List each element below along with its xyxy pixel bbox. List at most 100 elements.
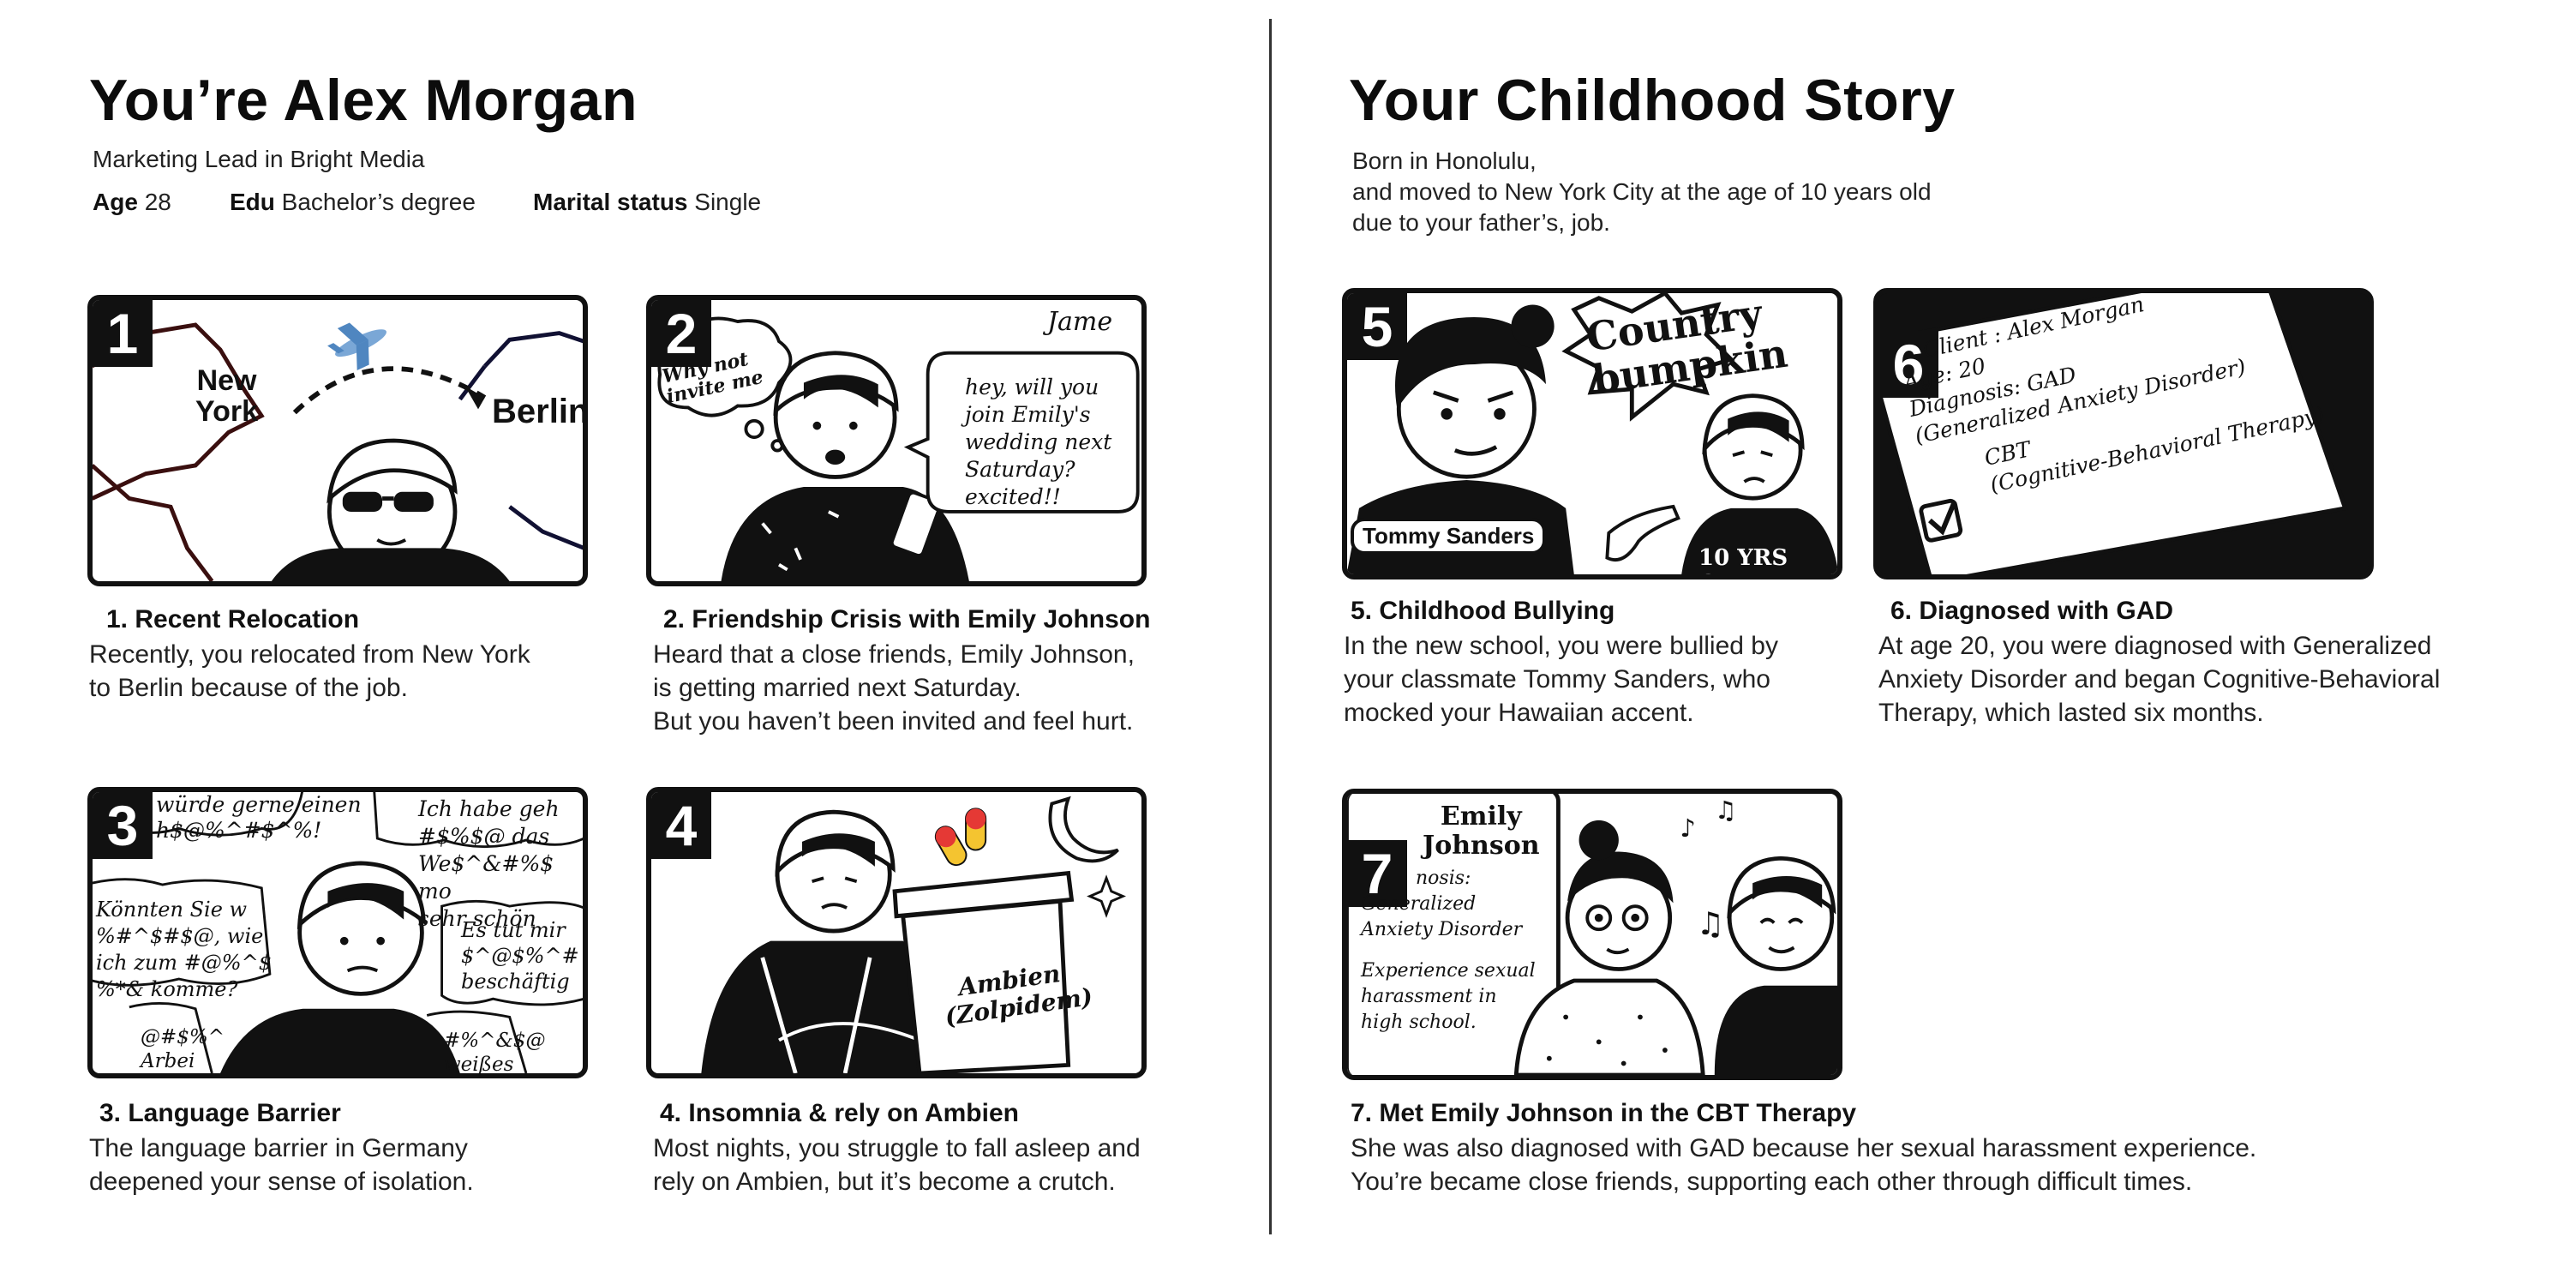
- caption-line: Recently, you relocated from New York: [89, 640, 530, 669]
- music-note-icon: ♪: [1680, 814, 1695, 843]
- caption-line: Most nights, you struggle to fall asleep…: [653, 1134, 1141, 1162]
- bubble-line: Ich habe geh: [418, 796, 560, 821]
- edu-value: Bachelor’s degree: [281, 189, 476, 215]
- message-line: Saturday?: [965, 457, 1075, 482]
- panel-caption: Heard that a close friends, Emily Johnso…: [653, 638, 1135, 738]
- caption-line: mocked your Hawaiian accent.: [1344, 699, 1694, 727]
- caption-line: But you haven’t been invited and feel hu…: [653, 707, 1134, 736]
- panel-caption: The language barrier in Germany deepened…: [89, 1132, 474, 1198]
- foreign-text-bubble: Es tut mir $^@$%^# beschäftig: [461, 917, 579, 994]
- panel-caption: She was also diagnosed with GAD because …: [1351, 1132, 2256, 1198]
- bubble-line: %*& komme?: [96, 977, 238, 1001]
- caption-line: Therapy, which lasted six months.: [1878, 699, 2264, 727]
- record-line: nosis:: [1416, 868, 1471, 889]
- foreign-text-bubble: @#$%^ Arbei: [141, 1025, 225, 1073]
- caption-line: deepened your sense of isolation.: [89, 1168, 474, 1196]
- panel-friendship-crisis: 2 Why not invite me Jame hey, will you j…: [646, 295, 1147, 586]
- panel-gad-diagnosis: 6 Client : Alex Morgan Age: 20 Diagnosis…: [1873, 288, 2374, 579]
- city-label-berlin: Berlin: [492, 393, 588, 430]
- panel-bullying: 5 Country bumpkin Tommy Sanders 10 YRS O…: [1342, 288, 1842, 579]
- panel-title: 1. Recent Relocation: [106, 605, 360, 634]
- record-line: harassment in: [1361, 986, 1497, 1007]
- bubble-line: h$@%^#$^%!: [156, 818, 322, 843]
- foreign-text-bubble: Könnten Sie w %#^$#$@, wie ich zum #@%^$…: [96, 897, 272, 1003]
- message-line: join Emily's: [965, 402, 1091, 427]
- caption-line: You’re became close friends, supporting …: [1351, 1168, 2193, 1196]
- caption-line: rely on Ambien, but it’s become a crutch…: [653, 1168, 1116, 1196]
- panel-title: 2. Friendship Crisis with Emily Johnson: [663, 605, 1151, 634]
- bubble-line: @#$%^: [141, 1026, 225, 1048]
- profile-marital: Marital status Single: [533, 189, 761, 216]
- insomnia-illustration: [701, 796, 1127, 1073]
- message-sender: Jame: [1047, 307, 1113, 337]
- caption-line: is getting married next Saturday.: [653, 674, 1021, 702]
- panel-title: 5. Childhood Bullying: [1351, 597, 1615, 625]
- record-line: high school.: [1361, 1012, 1477, 1033]
- bubble-line: #$%$@ das: [418, 824, 550, 849]
- bubble-line: $^@$%^#: [461, 944, 579, 968]
- caption-line: She was also diagnosed with GAD because …: [1351, 1134, 2257, 1162]
- bubble-line: %#^$#$@, wie: [96, 924, 264, 948]
- age-label: Age: [93, 189, 138, 215]
- story-line: and moved to New York City at the age of…: [1352, 178, 1932, 205]
- profile-age: Age 28: [93, 189, 171, 216]
- foreign-text-bubble: würde gerne einen h$@%^#$^%!: [156, 792, 362, 844]
- name-tag: Tommy Sanders: [1351, 518, 1547, 555]
- foreign-text-bubble: #%^&$@ weißes: [444, 1029, 546, 1076]
- name-line: Emily: [1440, 802, 1522, 832]
- record-line: Experience sexual: [1361, 960, 1536, 982]
- story-line: Born in Honolulu,: [1352, 147, 1537, 174]
- panel-number: 3: [93, 792, 153, 859]
- panel-language-barrier: 3 würde gerne einen h$@%^#$^%! Ich habe …: [87, 787, 588, 1078]
- caption-line: In the new school, you were bullied by: [1344, 632, 1778, 660]
- panel-number: 1: [93, 300, 153, 367]
- name-line: Johnson: [1423, 831, 1540, 861]
- profile-title: You’re Alex Morgan: [89, 68, 638, 133]
- panel-title: 3. Language Barrier: [99, 1099, 341, 1127]
- foreign-text-bubble: Ich habe geh #$%$@ das We$^&#%$ mo sehr …: [418, 796, 583, 933]
- message-line: hey, will you: [965, 375, 1099, 399]
- music-note-icon: ♫: [1697, 905, 1725, 942]
- relocation-illustration: [93, 322, 583, 581]
- record-line: Anxiety Disorder: [1361, 919, 1523, 940]
- bubble-line: beschäftig: [461, 970, 570, 994]
- panel-caption: Recently, you relocated from New York to…: [89, 638, 530, 705]
- pill-icon: [934, 808, 987, 867]
- panel-insomnia: 4 Ambien (Zolpidem): [646, 787, 1147, 1078]
- marital-label: Marital status: [533, 189, 688, 215]
- bubble-line: #%^&$@: [444, 1030, 546, 1052]
- caption-line: The language barrier in Germany: [89, 1134, 468, 1162]
- music-note-icon: ♫: [1715, 796, 1737, 825]
- edu-label: Edu: [230, 189, 275, 215]
- record-text: nosis: Generalized Anxiety Disorder Expe…: [1361, 866, 1536, 1036]
- age-value: 28: [144, 189, 171, 215]
- record-line: Generalized: [1361, 893, 1477, 915]
- panel-met-emily: ♪ ♫ ♫ 7 Emily Johnson nosis: Generalized…: [1342, 789, 1842, 1080]
- bubble-line: Könnten Sie w: [96, 898, 248, 922]
- story-title: Your Childhood Story: [1349, 68, 1956, 133]
- story-intro: Born in Honolulu, and moved to New York …: [1352, 146, 1932, 238]
- bubble-line: ich zum #@%^$: [96, 951, 272, 975]
- bubble-line: weißes: [444, 1054, 514, 1076]
- caption-line: Anxiety Disorder and began Cognitive-Beh…: [1878, 665, 2441, 694]
- panel-title: 6. Diagnosed with GAD: [1890, 597, 2174, 625]
- bubble-line: Arbei: [141, 1050, 195, 1072]
- city-label-new-york: New York: [195, 364, 259, 428]
- caption-line: your classmate Tommy Sanders, who: [1344, 665, 1770, 694]
- record-name: Emily Johnson: [1423, 802, 1540, 861]
- message-line: excited!!: [965, 484, 1061, 509]
- message-line: wedding next: [965, 429, 1112, 454]
- profile-role: Marketing Lead in Bright Media: [93, 146, 425, 172]
- panel-number: 5: [1347, 293, 1407, 360]
- age-tag: 10 YRS OLD: [1698, 545, 1788, 574]
- caption-line: Heard that a close friends, Emily Johnso…: [653, 640, 1135, 669]
- profile-edu: Edu Bachelor’s degree: [230, 189, 476, 216]
- story-line: due to your father’s, job.: [1352, 209, 1610, 236]
- bubble-line: Es tut mir: [461, 918, 566, 942]
- panel-title: 7. Met Emily Johnson in the CBT Therapy: [1351, 1099, 1857, 1127]
- panel-caption: At age 20, you were diagnosed with Gener…: [1878, 629, 2440, 730]
- bubble-line: We$^&#%$ mo: [418, 851, 554, 904]
- marital-value: Single: [694, 189, 762, 215]
- panel-relocation: 1 New York Berlin: [87, 295, 588, 586]
- caption-line: At age 20, you were diagnosed with Gener…: [1878, 632, 2432, 660]
